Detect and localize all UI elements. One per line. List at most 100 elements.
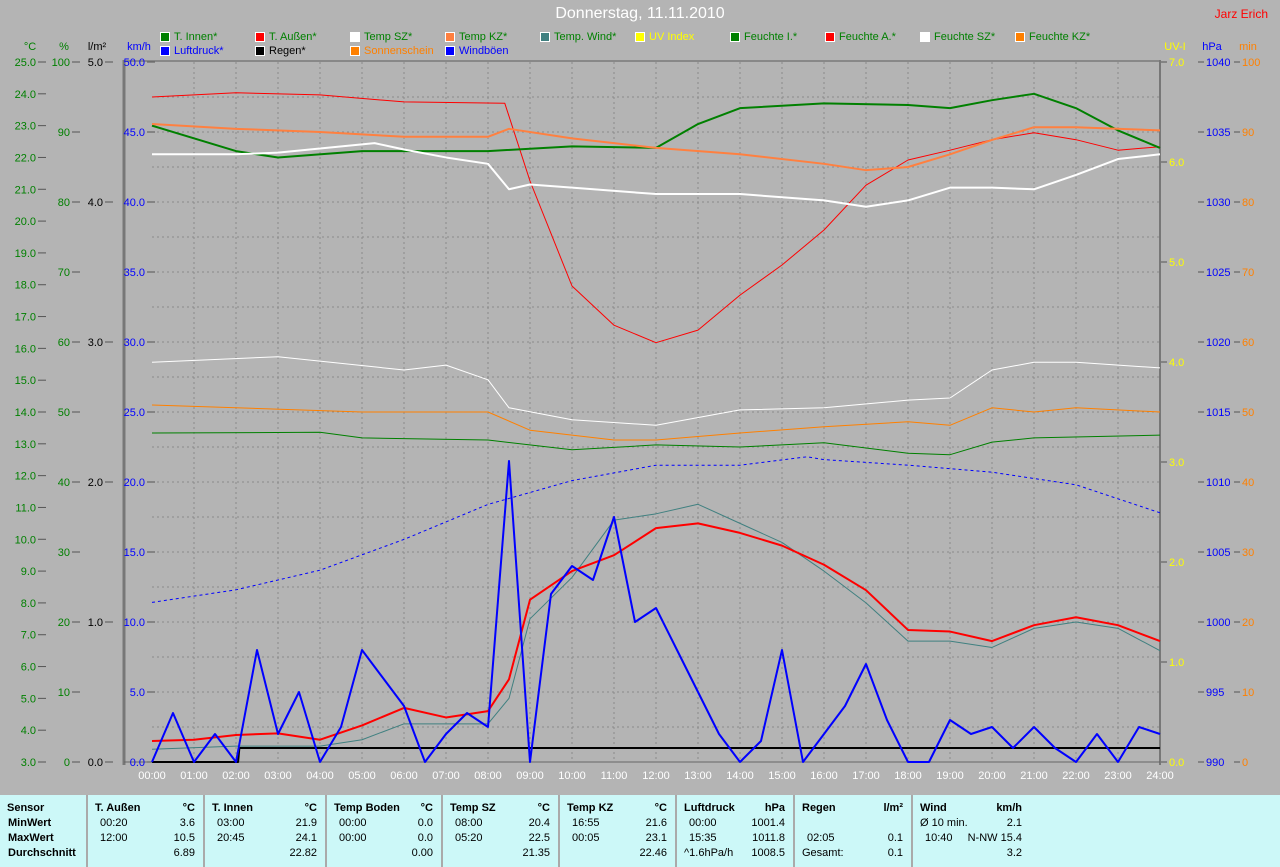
y-tick-label: 30.0 [124, 337, 145, 349]
stats-cell: 1001.4 [751, 817, 785, 829]
y-tick-label: 0 [64, 757, 70, 769]
stats-cell: 03:00 [217, 817, 245, 829]
legend-label: Regen* [269, 45, 306, 57]
stats-cell: 21.9 [295, 817, 317, 829]
stats-cell: ^1.6hPa/h [684, 847, 734, 859]
y-tick-label: 5.0 [88, 57, 103, 69]
stats-cell: 2.1 [1006, 817, 1022, 829]
stats-cell: 1011.8 [752, 832, 785, 844]
legend-label: T. Innen* [174, 31, 218, 43]
y-tick-label: 10.0 [124, 617, 145, 629]
y-tick-label: 90 [58, 127, 70, 139]
x-tick-label: 22:00 [1062, 770, 1090, 782]
stats-cell: 08:00 [455, 817, 483, 829]
stats-column: Temp SZ °C 08:00 20.4 05:20 22.5 21.35 [443, 795, 560, 867]
stats-cell: Ø 10 min. [920, 817, 968, 829]
stats-cell: Sensor [7, 802, 45, 814]
stats-cell: 1008.5 [751, 847, 785, 859]
stats-cell: N-NW 15.4 [967, 832, 1022, 844]
y-tick-label: 22.0 [15, 152, 36, 164]
legend-label: Sonnenschein [364, 45, 434, 57]
legend-swatch [445, 32, 455, 42]
legend-item: Regen* [255, 45, 306, 57]
y-tick-label: 1010 [1206, 477, 1230, 489]
y-tick-label: 1020 [1206, 337, 1230, 349]
legend-label: Feuchte KZ* [1029, 31, 1091, 43]
y-tick-label: 990 [1206, 757, 1224, 769]
stats-cell: 00:00 [689, 817, 717, 829]
stats-cell: Luftdruck [684, 802, 735, 814]
x-tick-label: 06:00 [390, 770, 418, 782]
y-tick-label: 1030 [1206, 197, 1230, 209]
stats-column: Sensor MinWert MaxWert Durchschnitt [0, 795, 88, 867]
y-tick-label: 25.0 [15, 57, 36, 69]
legend-label: Temp. Wind* [554, 31, 617, 43]
stats-cell: 22.5 [528, 832, 550, 844]
stats-cell: Gesamt: [802, 847, 844, 859]
stats-column: T. Außen °C 00:20 3.6 12:00 10.5 6.89 [88, 795, 205, 867]
stats-cell: 0.0 [417, 832, 433, 844]
y-tick-label: 40 [58, 477, 70, 489]
legend-label: T. Außen* [269, 31, 317, 43]
legend-item: Temp SZ* [350, 31, 412, 43]
legend-label: Feuchte SZ* [934, 31, 996, 43]
x-tick-label: 03:00 [264, 770, 292, 782]
y-tick-label: 1015 [1206, 407, 1230, 419]
y-tick-label: 5.0 [130, 687, 145, 699]
legend-swatch [1015, 32, 1025, 42]
x-tick-label: 08:00 [474, 770, 502, 782]
x-tick-label: 11:00 [601, 770, 628, 782]
stats-cell: 15:35 [689, 832, 717, 844]
y-tick-label: 12.0 [15, 471, 36, 483]
legend-label: Luftdruck* [174, 45, 224, 57]
y-tick-label: 20 [58, 617, 70, 629]
stats-column: Regen l/m² 02:05 0.1 Gesamt: 0.1 [795, 795, 913, 867]
y-tick-label: 60 [1242, 337, 1254, 349]
x-tick-label: 13:00 [684, 770, 712, 782]
stats-column: Temp KZ °C 16:55 21.6 00:05 23.1 22.46 [560, 795, 677, 867]
stats-cell: 00:20 [100, 817, 128, 829]
legend-swatch [920, 32, 930, 42]
legend-swatch [255, 32, 265, 42]
y-tick-label: 15.0 [15, 375, 36, 387]
y-tick-label: 9.0 [21, 566, 36, 578]
y-tick-label: 1035 [1206, 127, 1230, 139]
y-tick-label: 100 [52, 57, 70, 69]
stats-cell: 21.6 [645, 817, 667, 829]
y-tick-label: 1005 [1206, 547, 1230, 559]
x-tick-label: 17:00 [852, 770, 880, 782]
stats-cell: T. Außen [95, 802, 141, 814]
y-tick-label: 1000 [1206, 617, 1230, 629]
stats-cell: 16:55 [572, 817, 600, 829]
x-tick-label: 21:00 [1020, 770, 1048, 782]
stats-cell: 0.1 [887, 832, 903, 844]
legend-swatch [350, 32, 360, 42]
stats-cell: 0.0 [417, 817, 433, 829]
legend-label: Temp SZ* [364, 31, 413, 43]
legend-swatch [160, 32, 170, 42]
stats-column: Wind km/h Ø 10 min. 2.1 10:40 N-NW 15.4 3.2 [913, 795, 1030, 867]
y-tick-label: 10.0 [15, 534, 36, 546]
y-tick-label: 10 [1242, 687, 1254, 699]
y-tick-label: 40.0 [124, 197, 145, 209]
axis-unit-label: UV-I [1164, 41, 1185, 53]
y-tick-label: 45.0 [124, 127, 145, 139]
y-tick-label: 20 [1242, 617, 1254, 629]
y-tick-label: 100 [1242, 57, 1260, 69]
chart-title: Donnerstag, 11.11.2010 [555, 5, 725, 22]
y-tick-label: 50 [1242, 407, 1254, 419]
stats-cell: °C [304, 802, 317, 814]
x-tick-label: 24:00 [1146, 770, 1174, 782]
legend-item: Temp. Wind* [540, 31, 616, 43]
y-tick-label: 8.0 [21, 598, 36, 610]
stats-cell: 22.46 [639, 847, 667, 859]
axis-unit-label: l/m² [88, 41, 107, 53]
legend-item: T. Außen* [255, 31, 317, 43]
axis-unit-label: hPa [1202, 41, 1222, 53]
stats-cell: 21.35 [522, 847, 550, 859]
y-tick-label: 60 [58, 337, 70, 349]
stats-cell: hPa [764, 802, 785, 814]
stats-cell: 3.6 [179, 817, 195, 829]
stats-cell: 00:05 [572, 832, 600, 844]
stats-cell: T. Innen [212, 802, 253, 814]
